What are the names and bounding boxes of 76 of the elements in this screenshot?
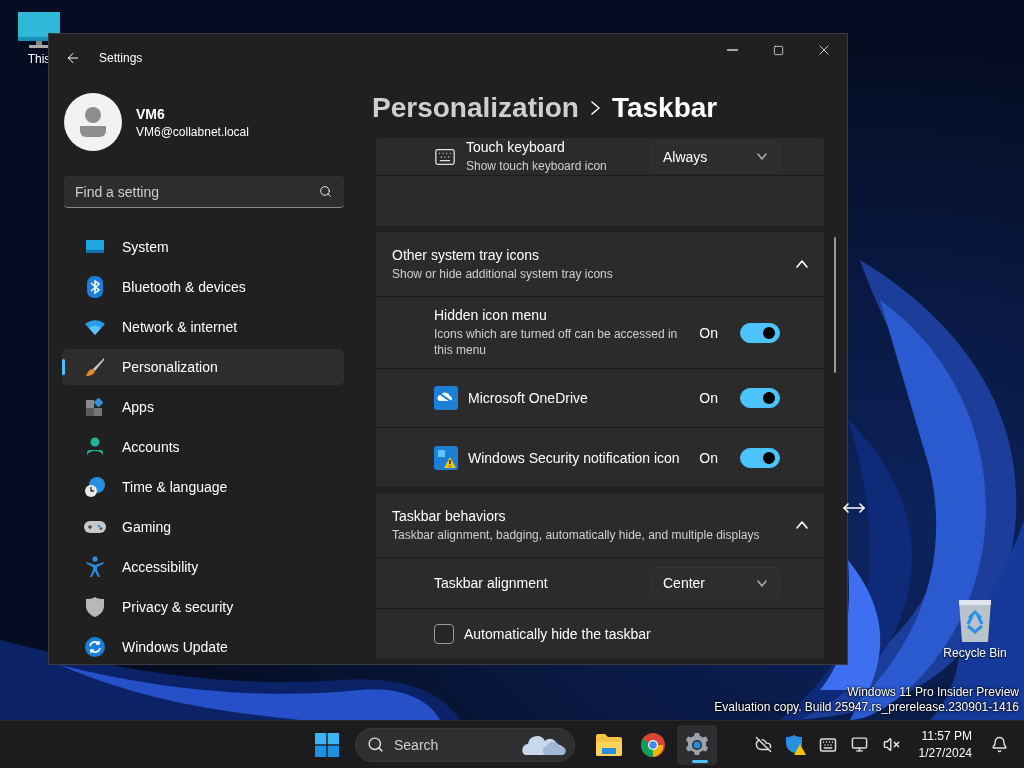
refresh-icon — [85, 637, 105, 657]
setting-description: Icons which are turned off can be accessed in this menu — [434, 326, 679, 358]
window-title: Settings — [99, 50, 144, 65]
setting-title: Automatically hide the taskbar — [464, 626, 652, 642]
chevron-down-icon — [757, 579, 767, 587]
gear-icon — [685, 732, 709, 757]
settings-search-field[interactable]: Find a setting — [64, 176, 344, 208]
cloud-icon — [434, 386, 458, 410]
toggle-switch[interactable] — [740, 388, 780, 408]
nav-item[interactable]: Personalization — [62, 349, 344, 385]
toggle-switch[interactable] — [740, 322, 780, 343]
edition-text: Evaluation copy. Build 25947.rs_prerelease.230901-1416 — [714, 700, 1019, 714]
apps-icon — [85, 397, 105, 417]
monitor-icon — [85, 238, 105, 256]
toggle-state-label: On — [699, 324, 718, 341]
search-icon — [367, 735, 384, 753]
nav-item[interactable]: System — [62, 229, 344, 265]
nav-item[interactable]: Accessibility — [62, 549, 344, 585]
clock-date: 1/27/2024 — [918, 746, 972, 760]
scrollbar[interactable] — [834, 237, 836, 373]
page-title: Taskbar — [611, 91, 718, 124]
account-email: VM6@collabnet.local — [136, 124, 249, 139]
section-description: Taskbar alignment, badging, automatically hide, and multiple displays — [392, 526, 761, 543]
gamepad-icon — [84, 519, 106, 535]
maximize-icon — [772, 44, 784, 56]
clock[interactable]: 11:57 PM 1/27/2024 — [910, 729, 980, 760]
windows-icon — [315, 732, 339, 757]
desktop-icon-label[interactable]: Recycle Bin — [943, 646, 1007, 660]
nav-item[interactable]: Time & language — [62, 469, 344, 505]
setting-title: Microsoft OneDrive — [468, 390, 589, 406]
setting-title: Windows Security notification icon — [468, 449, 681, 466]
nav-item[interactable]: Windows Update — [62, 629, 344, 664]
clock-time: 11:57 PM — [921, 729, 972, 743]
search-icon — [319, 185, 332, 198]
section-title: Taskbar behaviors — [392, 507, 507, 524]
person-icon — [85, 437, 105, 457]
folder-icon — [596, 733, 622, 756]
expander-header[interactable]: Other system tray icons Show or hide additional system tray icons — [376, 232, 824, 297]
bluetooth-icon — [87, 276, 103, 298]
breadcrumb-parent[interactable]: Personalization — [372, 91, 579, 124]
checkbox[interactable] — [434, 624, 454, 644]
expander-header[interactable]: Taskbar behaviors Taskbar alignment, badging, automatically hide, and multiple displays — [376, 493, 824, 558]
nav-item[interactable]: Privacy & security — [62, 589, 344, 625]
toggle-state-label: On — [699, 449, 718, 466]
setting-description: Show touch keyboard icon — [466, 158, 608, 174]
recycle-bin-icon — [956, 598, 994, 642]
setting-title: Taskbar alignment — [434, 575, 549, 591]
wifi-icon — [84, 319, 106, 335]
setting-title: Hidden icon menu — [434, 307, 548, 323]
section-title: Other system tray icons — [392, 246, 541, 263]
section-description: Show or hide additional system tray icons — [392, 265, 614, 282]
setting-title: Touch keyboard — [466, 139, 566, 155]
taskbar-app-button[interactable] — [677, 724, 717, 765]
account-name: VM6 — [136, 105, 166, 122]
chevron-right-icon — [590, 100, 600, 115]
toggle-state-label: On — [699, 390, 718, 406]
browser-icon — [641, 732, 665, 757]
nav-item[interactable]: Bluetooth & devices — [62, 269, 344, 305]
paintbrush-icon — [85, 357, 105, 377]
taskbar-search-field[interactable]: Search — [355, 727, 575, 762]
shield-icon — [86, 597, 104, 617]
chevron-down-icon — [757, 153, 767, 160]
shield-warning-icon — [434, 445, 458, 470]
toggle-switch[interactable] — [740, 447, 780, 468]
avatar-icon — [64, 93, 122, 151]
edition-text: Windows 11 Pro Insider Preview — [847, 685, 1019, 699]
dropdown[interactable]: Center — [650, 567, 780, 599]
nav-item[interactable]: Gaming — [62, 509, 344, 545]
computer-icon — [18, 12, 60, 48]
nav-item[interactable]: Network & internet — [62, 309, 344, 345]
globe-clock-icon — [84, 476, 106, 498]
dropdown[interactable]: Always — [650, 140, 780, 173]
accessibility-icon — [85, 556, 105, 578]
nav-item[interactable]: Accounts — [62, 429, 344, 465]
nav-item[interactable]: Apps — [62, 389, 344, 425]
minimize-icon — [726, 49, 738, 51]
